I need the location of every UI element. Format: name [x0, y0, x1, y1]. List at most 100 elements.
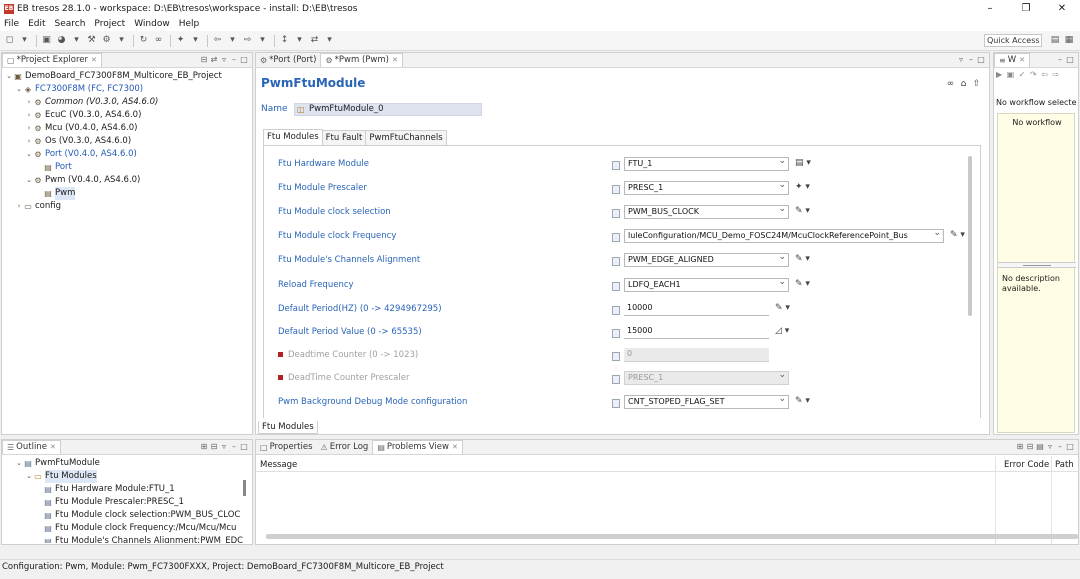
expand-toggle-icon[interactable]: ⌄	[5, 70, 13, 83]
field-action-icon[interactable]: ✎ ▾	[795, 396, 810, 406]
menu-edit[interactable]: Edit	[28, 19, 45, 29]
expand-toggle-icon[interactable]: ›	[25, 109, 33, 122]
tree-item[interactable]: ▤ Port	[5, 161, 252, 174]
field-action-icon[interactable]: ✦ ▾	[795, 182, 810, 192]
perspective-icon[interactable]: ▤	[1048, 34, 1062, 47]
menu-file[interactable]: File	[4, 19, 19, 29]
workflow-toolbar-icons[interactable]: ▶ ▣ ✓ ↷ ⇦ ⇨	[996, 70, 1060, 79]
field-input[interactable]: 10000	[624, 302, 769, 316]
tree-item[interactable]: › ⚙ Mcu (V0.4.0, AS4.6.0)	[5, 122, 252, 135]
field-dropdown[interactable]: LDFQ_EACH1	[624, 278, 789, 292]
field-action-icon[interactable]: ✎ ▾	[795, 279, 810, 289]
dropdown-icon[interactable]: ▾	[256, 35, 269, 46]
splitter-handle[interactable]	[998, 262, 1076, 268]
horizontal-scrollbar[interactable]	[266, 534, 1078, 539]
outline-item[interactable]: ▤ Ftu Module clock Frequency:/Mcu/Mcu/Mcu	[5, 522, 252, 535]
menu-window[interactable]: Window	[134, 19, 170, 29]
close-icon[interactable]: ✕	[50, 441, 56, 454]
view-menu-icon[interactable]: ▿	[219, 55, 229, 64]
editor-tab[interactable]: ⚙ *Pwm (Pwm) ✕	[320, 53, 403, 67]
run-icon[interactable]: ⚙	[100, 35, 113, 46]
field-action-icon[interactable]: ✎ ▾	[795, 206, 810, 216]
subtab[interactable]: Ftu Modules	[263, 129, 323, 145]
expand-toggle-icon[interactable]: ⌄	[15, 83, 23, 96]
outline-item[interactable]: ▤ Ftu Module's Channels Alignment:PWM_EDC	[5, 535, 252, 543]
field-action-icon[interactable]: ▤ ▾	[795, 158, 811, 168]
bottom-tab[interactable]: ⚠ Error Log	[317, 440, 373, 454]
view-menu-icon[interactable]: ▿	[1045, 442, 1055, 451]
expand-toggle-icon[interactable]: ⌄	[25, 148, 33, 161]
tree-item[interactable]: ⌄ ⚙ Port (V0.4.0, AS4.6.0)	[5, 148, 252, 161]
tree-item[interactable]: › ⚙ EcuC (V0.3.0, AS4.6.0)	[5, 109, 252, 122]
expand-toggle-icon[interactable]: ›	[25, 135, 33, 148]
quick-access-input[interactable]: Quick Access	[984, 34, 1042, 47]
dropdown-icon[interactable]: ▾	[70, 35, 83, 46]
bottom-tab[interactable]: ▤ Problems View ✕	[372, 440, 463, 454]
form-scrollbar[interactable]	[968, 156, 972, 316]
view-menu-icon[interactable]: ▿	[219, 442, 229, 451]
maximize-icon[interactable]: □	[976, 55, 986, 64]
expand-toggle-icon[interactable]: ⌄	[25, 470, 33, 483]
view-menu-icon[interactable]: ▿	[956, 55, 966, 64]
field-dropdown[interactable]: CNT_STOPED_FLAG_SET	[624, 395, 789, 409]
minimize-icon[interactable]: –	[229, 55, 239, 64]
field-action-icon[interactable]: ◿ ▾	[775, 326, 789, 336]
tree-item[interactable]: › ▭ config	[5, 200, 252, 213]
dropdown-icon[interactable]: ▾	[115, 35, 128, 46]
expand-all-icon[interactable]: ⊞	[1015, 442, 1025, 451]
up-icon[interactable]: ⇧	[970, 79, 983, 89]
close-icon[interactable]: ✕	[452, 441, 458, 454]
save-icon[interactable]: ▣	[40, 35, 53, 46]
outline-item[interactable]: ▤ Ftu Hardware Module:FTU_1	[5, 483, 252, 496]
sync-icon[interactable]: ⇄	[308, 35, 321, 46]
field-action-icon[interactable]: ✎ ▾	[795, 254, 810, 264]
outline-item[interactable]: ⌄ ▭ Ftu Modules	[5, 470, 252, 483]
pin-icon[interactable]: ↕	[278, 35, 291, 46]
expand-all-icon[interactable]: ⊞	[199, 442, 209, 451]
minimize-icon[interactable]: –	[972, 0, 1008, 17]
close-icon[interactable]: ✕	[91, 54, 97, 67]
column-message[interactable]: Message	[260, 460, 297, 470]
outline-item[interactable]: ⌄ ▤ PwmFtuModule	[5, 457, 252, 470]
filter-icon[interactable]: ▤	[1035, 442, 1045, 451]
collapse-all-icon[interactable]: ⊟	[209, 442, 219, 451]
expand-toggle-icon[interactable]: ›	[15, 200, 23, 213]
tree-item[interactable]: › ⚙ Common (V0.3.0, AS4.6.0)	[5, 96, 252, 109]
dropdown-icon[interactable]: ▾	[18, 35, 31, 46]
build-icon[interactable]: ⚒	[85, 35, 98, 46]
restore-icon[interactable]: ❐	[1008, 0, 1044, 17]
outline-item[interactable]: ▤ Ftu Module clock selection:PWM_BUS_CLOC	[5, 509, 252, 522]
expand-toggle-icon[interactable]: ⌄	[25, 174, 33, 187]
editor-tab[interactable]: ⚙ *Port (Port)	[256, 53, 320, 67]
link-editor-icon[interactable]: ⇄	[209, 55, 219, 64]
field-dropdown[interactable]: PWM_EDGE_ALIGNED	[624, 253, 789, 267]
link-icon[interactable]: ∞	[152, 35, 165, 46]
bottom-tab[interactable]: □ Properties	[256, 440, 317, 454]
column-error-code[interactable]: Error Code	[1004, 460, 1049, 470]
field-dropdown[interactable]: luleConfiguration/MCU_Demo_FOSC24M/McuCl…	[624, 229, 944, 243]
dropdown-icon[interactable]: ▾	[323, 35, 336, 46]
minimize-icon[interactable]: –	[1055, 55, 1065, 64]
dropdown-icon[interactable]: ▾	[293, 35, 306, 46]
forward-icon[interactable]: ⇨	[241, 35, 254, 46]
outline-scrollbar[interactable]	[243, 480, 246, 496]
menu-project[interactable]: Project	[94, 19, 125, 29]
tree-item[interactable]: ⌄ ◈ FC7300F8M (FC, FC7300)	[5, 83, 252, 96]
name-field[interactable]: ◫ PwmFtuModule_0	[294, 103, 482, 116]
menu-help[interactable]: Help	[179, 19, 200, 29]
field-dropdown[interactable]: PRESC_1	[624, 181, 789, 195]
dropdown-icon[interactable]: ▾	[189, 35, 202, 46]
home-icon[interactable]: ⌂	[957, 79, 970, 89]
field-input[interactable]: 15000	[624, 325, 769, 339]
field-action-icon[interactable]: ✎ ▾	[775, 303, 790, 313]
subtab[interactable]: PwmFtuChannels	[365, 130, 447, 145]
tab-project-explorer[interactable]: ▢ *Project Explorer ✕	[2, 53, 102, 67]
minimize-icon[interactable]: –	[966, 55, 976, 64]
wand-icon[interactable]: ✦	[174, 35, 187, 46]
subtab[interactable]: Ftu Fault	[321, 130, 367, 145]
expand-toggle-icon[interactable]: ⌄	[15, 457, 23, 470]
tab-ftu-modules-bottom[interactable]: Ftu Modules	[258, 421, 318, 434]
minimize-icon[interactable]: –	[1055, 442, 1065, 451]
field-action-icon[interactable]: ✎ ▾	[950, 230, 965, 240]
tree-item[interactable]: ⌄ ▣ DemoBoard_FC7300F8M_Multicore_EB_Proje…	[5, 70, 252, 83]
